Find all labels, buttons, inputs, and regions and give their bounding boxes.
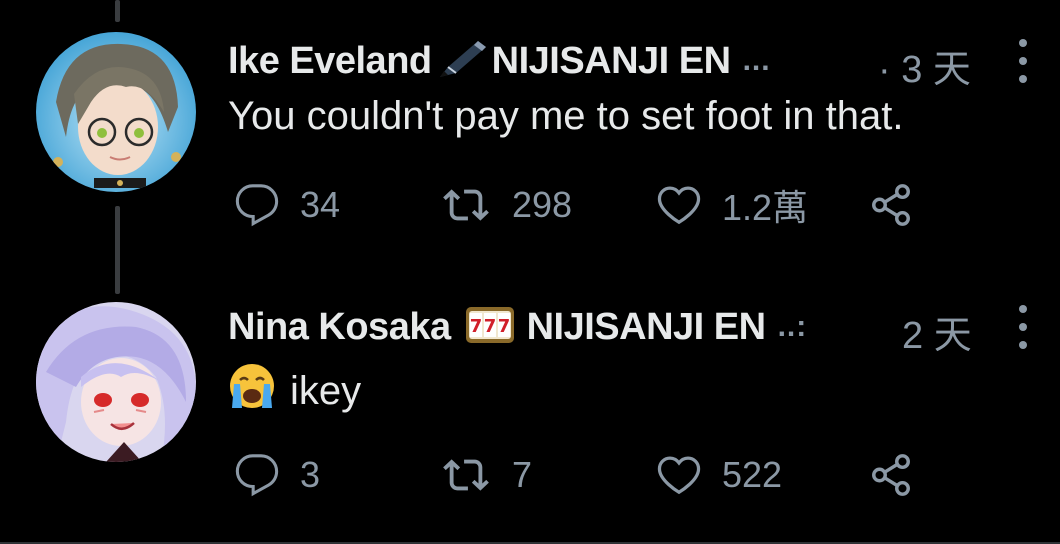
share-icon	[872, 454, 910, 496]
more-options-icon[interactable]	[1016, 39, 1030, 83]
like-button[interactable]: 522	[656, 448, 782, 502]
heart-icon	[657, 186, 701, 225]
like-count: 522	[722, 454, 783, 495]
name-truncation: ..:	[777, 310, 808, 343]
org-name[interactable]: NIJISANJI EN	[527, 306, 766, 349]
timestamp[interactable]: 2 天	[902, 304, 972, 359]
tweet-actions: 3 7 522	[228, 448, 1028, 502]
svg-text:7: 7	[483, 316, 496, 337]
reply-button[interactable]: 3	[234, 448, 320, 502]
retweet-count: 298	[512, 184, 573, 225]
timestamp[interactable]: · 3 天	[878, 38, 971, 93]
avatar[interactable]	[36, 302, 196, 462]
avatar[interactable]	[36, 32, 196, 192]
slot-machine-icon: 7 7 7	[465, 305, 515, 350]
display-name[interactable]: Nina Kosaka	[228, 306, 451, 349]
svg-text:7: 7	[469, 316, 482, 337]
more-options-icon[interactable]	[1016, 305, 1030, 349]
share-button[interactable]	[868, 448, 914, 502]
crying-face-icon	[228, 362, 276, 420]
tweet[interactable]: Nina Kosaka 7 7 7 NIJISANJI EN ..: 2 天 i…	[0, 270, 1060, 544]
tweet-actions: 34 298 1.2萬	[228, 178, 1028, 232]
retweet-icon	[443, 189, 489, 221]
reply-icon	[235, 454, 279, 497]
tweet-header: Nina Kosaka 7 7 7 NIJISANJI EN ..: 2 天	[228, 302, 1060, 357]
tweet-text-content: ikey	[290, 368, 362, 413]
reply-count: 3	[300, 454, 321, 495]
svg-text:7: 7	[497, 316, 510, 337]
like-button[interactable]: 1.2萬	[656, 178, 808, 232]
retweet-button[interactable]: 7	[440, 448, 532, 502]
share-button[interactable]	[868, 178, 914, 232]
org-name[interactable]: NIJISANJI EN	[492, 40, 731, 83]
heart-icon	[657, 456, 701, 495]
share-icon	[872, 184, 910, 226]
tweet-text: ikey	[228, 362, 361, 420]
display-name[interactable]: Ike Eveland	[228, 40, 432, 83]
tweet-header: Ike Eveland NIJISANJI EN ... · 3 天	[228, 36, 1060, 91]
avatar-image-ike	[36, 32, 196, 192]
like-count: 1.2萬	[722, 187, 809, 228]
retweet-icon	[443, 459, 489, 491]
retweet-button[interactable]: 298	[440, 178, 572, 232]
avatar-image-nina	[36, 302, 196, 462]
tweet-text: You couldn't pay me to set foot in that.	[228, 94, 904, 138]
tweet[interactable]: Ike Eveland NIJISANJI EN ... · 3 天 You c…	[0, 0, 1060, 270]
name-truncation: ...	[742, 44, 771, 77]
retweet-count: 7	[512, 454, 533, 495]
pen-icon	[434, 37, 490, 86]
reply-icon	[235, 184, 279, 227]
reply-count: 34	[300, 184, 341, 225]
reply-button[interactable]: 34	[234, 178, 340, 232]
